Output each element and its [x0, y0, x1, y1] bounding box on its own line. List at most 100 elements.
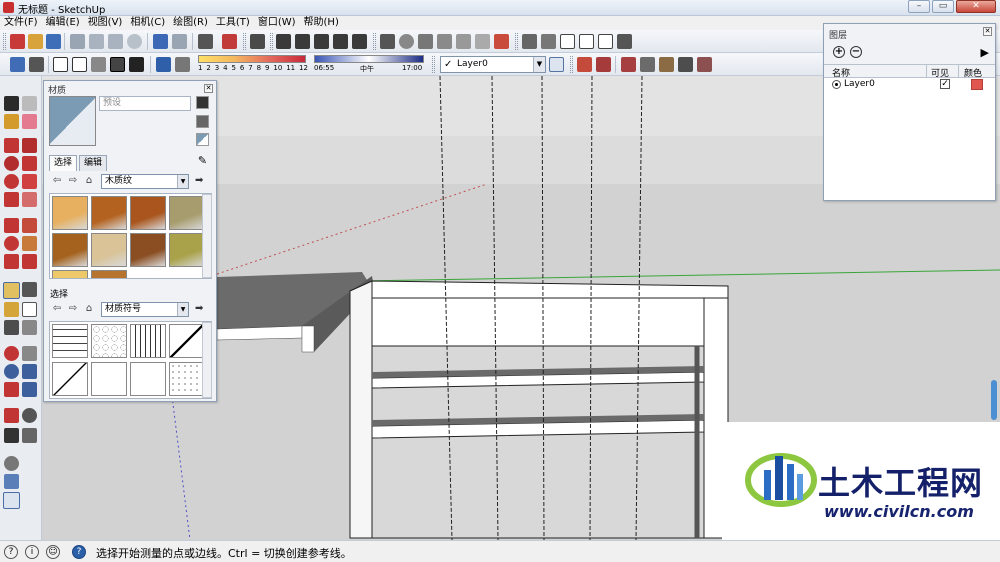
section-icon[interactable]: [22, 428, 37, 443]
wireframe-icon[interactable]: [53, 57, 68, 72]
walk-icon[interactable]: [4, 428, 19, 443]
line-pencil-icon[interactable]: [22, 138, 37, 153]
toolbar-grip[interactable]: [373, 33, 376, 50]
material-swatch[interactable]: [169, 233, 205, 267]
orbit-icon[interactable]: [4, 346, 19, 361]
close-icon[interactable]: ✕: [983, 27, 992, 36]
menu-edit[interactable]: 编辑(E): [42, 16, 84, 30]
default-material-icon[interactable]: [196, 133, 209, 146]
monochrome-icon[interactable]: [129, 57, 144, 72]
menu-file[interactable]: 文件(F): [0, 16, 42, 30]
eraser-icon[interactable]: [22, 114, 37, 129]
axes-icon[interactable]: [4, 320, 19, 335]
secondary-library-dropdown[interactable]: 材质符号 ▼: [101, 302, 189, 317]
remove-layer-button[interactable]: −: [850, 46, 862, 58]
tab-select[interactable]: 选择: [49, 155, 78, 171]
material-swatch[interactable]: [52, 270, 88, 278]
forward-arrow-icon[interactable]: ⇨: [67, 303, 79, 315]
shaded-textures-icon[interactable]: [110, 57, 125, 72]
detail-icon[interactable]: [456, 34, 471, 49]
scale-icon[interactable]: [4, 254, 19, 269]
pattern-swatch-white[interactable]: [91, 361, 127, 396]
zoom-icon[interactable]: [4, 364, 19, 379]
toolbar-grip[interactable]: [243, 33, 246, 50]
toolbar-grip[interactable]: [3, 33, 6, 50]
chevron-down-icon[interactable]: ▼: [533, 57, 545, 72]
hidden-line-icon[interactable]: [72, 57, 87, 72]
menu-view[interactable]: 视图(V): [84, 16, 127, 30]
material-swatch[interactable]: [130, 233, 166, 267]
layer-details-icon[interactable]: ▶: [981, 46, 989, 59]
pattern-swatch-diagonal-dots[interactable]: [169, 324, 205, 358]
shadows-icon[interactable]: [156, 57, 171, 72]
material-swatch[interactable]: [52, 196, 88, 230]
pie-icon[interactable]: [22, 192, 37, 207]
sandbox-icon[interactable]: [380, 34, 395, 49]
warehouse-icon[interactable]: [522, 34, 537, 49]
components-icon[interactable]: [541, 34, 556, 49]
undo-icon[interactable]: [153, 34, 168, 49]
chevron-down-icon[interactable]: ▼: [177, 303, 188, 316]
geo-location-status-icon[interactable]: ?: [4, 545, 18, 559]
offset-icon[interactable]: [22, 254, 37, 269]
add-layer-button[interactable]: +: [833, 46, 845, 58]
previous-view-icon[interactable]: [22, 382, 37, 397]
redo-icon[interactable]: [172, 34, 187, 49]
pattern-swatch-bricks[interactable]: [52, 324, 88, 358]
style-1-icon[interactable]: [621, 57, 636, 72]
look-around-icon[interactable]: [22, 408, 37, 423]
photo-textures-icon[interactable]: [4, 474, 19, 489]
paint-bucket-icon[interactable]: [4, 114, 19, 129]
user-account-icon[interactable]: ☺: [46, 545, 60, 559]
home-icon[interactable]: ⌂: [83, 303, 95, 315]
push-pull-icon[interactable]: [22, 218, 37, 233]
active-layer-radio[interactable]: [832, 80, 841, 89]
back-arrow-icon[interactable]: ⇦: [51, 303, 63, 315]
style-4-icon[interactable]: [678, 57, 693, 72]
freehand-icon[interactable]: [22, 174, 37, 189]
extension-icon[interactable]: [617, 34, 632, 49]
material-swatch[interactable]: [52, 233, 88, 267]
shadow-month-bar[interactable]: [198, 55, 306, 63]
pattern-scrollbar[interactable]: [202, 322, 212, 398]
create-material-icon[interactable]: [196, 115, 209, 128]
material-swatch[interactable]: [91, 233, 127, 267]
cut-icon[interactable]: [70, 34, 85, 49]
material-name-input[interactable]: 预设: [99, 96, 191, 111]
position-camera-icon[interactable]: [4, 408, 19, 423]
shadow-time-bar[interactable]: [314, 55, 424, 63]
back-view-icon[interactable]: [352, 34, 367, 49]
home-icon[interactable]: [560, 34, 575, 49]
circle-icon[interactable]: [4, 156, 19, 171]
geo-location-icon[interactable]: [4, 456, 19, 471]
text-icon[interactable]: [22, 302, 37, 317]
style-5-icon[interactable]: [697, 57, 712, 72]
rotate-icon[interactable]: [4, 236, 19, 251]
3d-text-icon[interactable]: [22, 320, 37, 335]
section-plane-icon[interactable]: [577, 57, 592, 72]
back-edges-icon[interactable]: [29, 57, 44, 72]
chevron-down-icon[interactable]: ▼: [177, 175, 188, 188]
pattern-swatch-stones[interactable]: [91, 324, 127, 358]
save-icon[interactable]: [46, 34, 61, 49]
polygon-icon[interactable]: [4, 174, 19, 189]
menu-window[interactable]: 窗口(W): [254, 16, 300, 30]
material-swatch[interactable]: [91, 196, 127, 230]
toolbar-grip[interactable]: [432, 56, 435, 73]
toolbar-grip[interactable]: [570, 56, 573, 73]
new-file-icon[interactable]: [10, 34, 25, 49]
menu-tools[interactable]: 工具(T): [212, 16, 254, 30]
pattern-swatch-lines[interactable]: [130, 324, 166, 358]
shaded-icon[interactable]: [91, 57, 106, 72]
tape-measure-icon[interactable]: [3, 282, 20, 299]
tab-edit[interactable]: 编辑: [79, 155, 108, 171]
flip-edge-icon[interactable]: [475, 34, 490, 49]
move-icon[interactable]: [4, 218, 19, 233]
layer-row[interactable]: Layer0 ✓: [824, 78, 995, 92]
minimize-button[interactable]: –: [908, 0, 930, 13]
front-view-icon[interactable]: [314, 34, 329, 49]
pan-hand-icon[interactable]: [22, 346, 37, 361]
zoom-slider-handle[interactable]: [991, 380, 997, 420]
swatch-scrollbar[interactable]: [202, 194, 212, 278]
material-swatch[interactable]: [91, 270, 127, 278]
